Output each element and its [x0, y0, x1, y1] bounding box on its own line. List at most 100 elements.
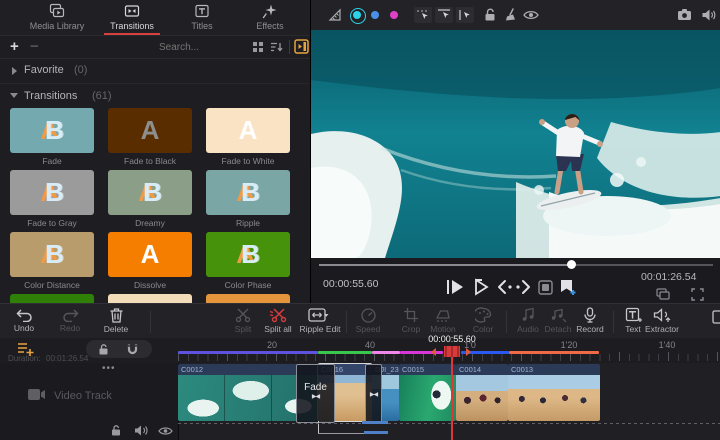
mini-transition-clip[interactable]: ▶◀ — [365, 364, 382, 423]
color-button[interactable]: Color — [461, 307, 505, 337]
clip-title: C0015 — [399, 364, 456, 375]
collapse-panel-icon[interactable] — [294, 39, 309, 54]
record-button[interactable]: Record — [568, 307, 612, 337]
clip-c0014[interactable]: C0014 — [456, 364, 508, 421]
cyan-dot-icon — [353, 11, 361, 19]
toolbar-label: Speed — [346, 324, 390, 334]
track-lock-icon[interactable] — [110, 424, 122, 437]
extractor-button[interactable]: Extractor — [640, 307, 684, 337]
transition-thumbnail-fade-to-gray[interactable]: AB — [10, 170, 94, 215]
track-name: Video Track — [54, 390, 112, 402]
ripple-edit-button[interactable]: Ripple Edit — [292, 307, 348, 337]
transition-thumbnail[interactable]: A — [206, 294, 290, 303]
seek-bar-progress — [319, 264, 571, 266]
asset-toolbar: + − — [0, 36, 310, 59]
dual-screen-icon[interactable] — [656, 288, 670, 300]
transition-thumbnail-dreamy[interactable]: AB — [108, 170, 192, 215]
toolbar-label: Extractor — [640, 324, 684, 334]
blue-dot-icon[interactable] — [371, 11, 379, 19]
transition-label: Dreamy — [108, 218, 192, 228]
favorite-section-header[interactable]: Favorite (0) — [0, 59, 310, 84]
tab-titles[interactable]: Titles — [172, 3, 232, 33]
clip-c0015[interactable]: C0015 — [399, 364, 456, 421]
app-window: Media Library Transitions Titles — [0, 0, 720, 440]
transition-thumbnail-fade-to-black[interactable]: A — [108, 108, 192, 153]
transition-thumbnail-color-phase[interactable]: AB — [206, 232, 290, 277]
clip-title: C0013 — [508, 364, 600, 375]
motion-button[interactable]: Motion — [421, 307, 465, 337]
transition-thumbnail-dissolve[interactable]: A — [108, 232, 192, 277]
letter-b: B — [241, 239, 260, 270]
playhead-handle[interactable] — [441, 346, 463, 357]
clip-thumbnails — [399, 375, 456, 421]
tab-effects[interactable]: Effects — [238, 3, 302, 33]
play-button[interactable] — [445, 277, 465, 297]
transition-bowtie-icon: ▶◀ — [366, 391, 381, 398]
letter-a: A — [141, 239, 160, 270]
transition-thumbnail[interactable]: AB — [10, 294, 94, 303]
playhead-line[interactable] — [451, 346, 453, 440]
track-visibility-icon[interactable] — [158, 426, 173, 436]
letter-b: B — [241, 177, 260, 208]
next-frame-button[interactable] — [515, 279, 531, 295]
duration-label: Duration: — [8, 354, 40, 363]
current-time: 00:00:55.60 — [323, 278, 378, 290]
track-mute-icon[interactable] — [134, 424, 148, 437]
fullscreen-icon[interactable] — [691, 288, 704, 301]
sort-icon[interactable] — [270, 41, 283, 53]
previous-frame-button[interactable] — [497, 279, 513, 295]
ruler-segment-c0013 — [509, 351, 599, 354]
transition-thumbnail-color-distance[interactable]: AB — [10, 232, 94, 277]
video-viewport[interactable] — [311, 30, 720, 258]
camera-icon[interactable] — [677, 8, 692, 21]
pointer-snap-left-icon[interactable] — [414, 7, 432, 23]
tab-media-library[interactable]: Media Library — [18, 3, 96, 33]
search-input[interactable] — [112, 38, 246, 56]
playhead-timecode: 00:00:55.60 — [407, 334, 497, 344]
transition-label: Fade to White — [206, 156, 290, 166]
total-time: 00:01:26.54 — [641, 271, 696, 283]
unlock-icon[interactable] — [483, 7, 497, 23]
eye-icon[interactable] — [523, 9, 539, 21]
remove-button[interactable]: − — [30, 38, 39, 55]
favorite-count: (0) — [74, 64, 87, 76]
snap-magnet-icon[interactable] — [126, 343, 139, 356]
speed-button[interactable]: Speed — [346, 307, 390, 337]
tab-transitions[interactable]: Transitions — [100, 3, 164, 33]
pointer-snap-top-icon[interactable] — [435, 7, 453, 23]
ruler-icon[interactable] — [327, 7, 343, 23]
add-button[interactable]: + — [10, 38, 19, 55]
add-marker-button[interactable] — [558, 278, 578, 297]
clipped-toolbar-button[interactable] — [712, 310, 720, 326]
undo-button[interactable]: Undo — [2, 307, 46, 337]
snapshot-button[interactable] — [537, 279, 554, 296]
media-library-icon — [49, 3, 65, 19]
transitions-section-header[interactable]: Transitions (61) — [0, 84, 310, 108]
grid-view-icon[interactable] — [252, 41, 264, 53]
transition-thumbnail-fade[interactable]: AB — [10, 108, 94, 153]
pointer-snap-corner-icon[interactable] — [456, 7, 474, 23]
seek-handle[interactable] — [567, 260, 576, 269]
play-to-marker-button[interactable] — [471, 277, 491, 297]
fade-transition-clip[interactable]: Fade ▶◀ — [296, 364, 335, 423]
toolbar-label: Color — [461, 324, 505, 334]
redo-button[interactable]: Redo — [48, 307, 92, 337]
letter-a: A — [141, 115, 160, 146]
transitions-label: Transitions — [24, 90, 77, 102]
magenta-dot-icon[interactable] — [390, 11, 398, 19]
letter-b: B — [45, 115, 64, 146]
transition-thumbnail[interactable]: AB — [108, 294, 192, 303]
transition-thumbnail-fade-to-white[interactable]: A — [206, 108, 290, 153]
broom-icon[interactable] — [503, 7, 518, 23]
speaker-icon[interactable] — [701, 8, 716, 22]
delete-button[interactable]: Delete — [94, 307, 138, 337]
toolbar-label: Redo — [48, 323, 92, 333]
lock-toggle-icon[interactable] — [98, 343, 109, 356]
clip-c0013[interactable]: C0013 — [508, 364, 600, 421]
toolbar-label: Motion — [421, 324, 465, 334]
clip-thumbnails — [508, 375, 600, 421]
audio-drop-zone-outline — [178, 423, 720, 424]
transition-thumbnail-ripple[interactable]: AB — [206, 170, 290, 215]
track-menu-icon[interactable]: ••• — [102, 363, 116, 374]
ruler-segment-c0016 — [318, 351, 372, 354]
